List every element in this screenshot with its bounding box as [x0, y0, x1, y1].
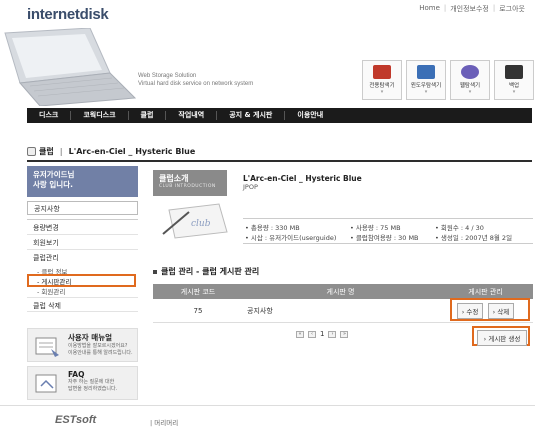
club-icon — [27, 146, 36, 156]
nav-history[interactable]: 작업내역 — [166, 111, 218, 120]
board-admin-highlight — [27, 274, 136, 287]
section-title: 클럽 관리 - 클럽 게시판 관리 — [153, 266, 259, 277]
next-page-button[interactable]: › — [328, 330, 337, 338]
sidebar-menu: 용량변경 회원보기 클럽관리 - 클럽 정보 - 게시판관리 - 회원관리 클럽… — [27, 219, 138, 312]
stat-created: • 생성일 : 2007년 8월 2일 — [435, 234, 513, 242]
separator: | — [492, 4, 496, 12]
table-header: 게시판 코드 게시판 명 게시판 관리 — [153, 284, 533, 299]
backup-tool-button[interactable]: 백업 ▾ — [494, 60, 534, 100]
user-manual-banner[interactable]: 사용자 매뉴얼 이용방법을 잘모르시겠어요? 이용안내를 통해 알려드립니다. — [27, 328, 138, 362]
breadcrumb-club-name: L'Arc-en-Ciel _ Hysteric Blue — [68, 146, 196, 156]
club-intro-header: 클럽소개 CLUB INTRODUCTION — [153, 170, 227, 196]
first-page-button[interactable]: « — [296, 330, 304, 338]
stat-used: • 사용량 : 75 MB — [350, 224, 401, 232]
breadcrumb: 클럽 | L'Arc-en-Ciel _ Hysteric Blue — [27, 142, 532, 162]
separator: | — [443, 4, 447, 12]
faq-icon — [35, 374, 57, 393]
logo[interactable]: internetdisk — [27, 6, 109, 23]
board-code: 75 — [193, 306, 203, 315]
last-page-button[interactable]: » — [340, 330, 349, 338]
sidebar-item-members[interactable]: 회원보기 — [27, 235, 138, 250]
web-explorer-tool-button[interactable]: 웹탐색기 ▾ — [450, 60, 490, 100]
stat-total-capacity: • 총용량 : 330 MB — [245, 224, 300, 232]
club-stats: • 총용량 : 330 MB • 사용량 : 75 MB • 회원수 : 4 /… — [243, 218, 533, 244]
faq-banner[interactable]: FAQ 자주 하는 질문에 대한 답변을 정리하였습니다. — [27, 366, 138, 400]
web-explorer-icon — [461, 65, 479, 79]
stat-owner: • 시삽 : 유저가이드(userguide) — [245, 234, 337, 242]
breadcrumb-section[interactable]: 클럽 — [39, 146, 54, 157]
club-notebook-image: club — [162, 203, 228, 239]
windows-explorer-icon — [417, 65, 435, 79]
board-name[interactable]: 공지사항 — [243, 306, 438, 316]
explorer-tool-button[interactable]: 전용탐색기 ▾ — [362, 60, 402, 100]
nav-disk[interactable]: 디스크 — [27, 111, 72, 120]
stat-join-capacity: • 클럽참여용량 : 30 MB — [350, 234, 419, 242]
stat-members: • 회원수 : 4 / 30 — [435, 224, 484, 232]
nav-cowork-disk[interactable]: 코웍디스크 — [71, 111, 129, 120]
actions-highlight — [450, 298, 530, 321]
estsoft-logo: ESTsoft — [55, 414, 97, 426]
sidebar-item-club-admin[interactable]: 클럽관리 — [27, 250, 138, 265]
user-greeting: 유저가이드님 사랑 입니다. — [27, 166, 138, 197]
manual-icon — [35, 337, 59, 357]
create-board-button[interactable]: › 게시판 생성 — [477, 330, 527, 346]
backup-icon — [505, 65, 523, 79]
tagline: Web Storage Solution Virtual hard disk s… — [138, 73, 254, 87]
explorer-icon — [373, 65, 391, 79]
create-board-highlight: › 게시판 생성 — [472, 326, 530, 346]
club-name: L'Arc-en-Ciel _ Hysteric Blue — [243, 174, 362, 183]
sidebar-notice[interactable]: 공지사항 — [27, 201, 138, 215]
pagination: « ‹ 1 › » — [296, 330, 349, 338]
footer-text: | 머리머리 — [150, 419, 179, 427]
sidebar-item-delete-club[interactable]: 클럽 삭제 — [27, 297, 138, 312]
windows-explorer-tool-button[interactable]: 윈도우탐색기 ▾ — [406, 60, 446, 100]
sidebar-item-capacity[interactable]: 용량변경 — [27, 220, 138, 235]
laptop-image — [4, 28, 137, 106]
nav-notice-board[interactable]: 공지 & 게시판 — [217, 111, 286, 120]
nav-club[interactable]: 클럽 — [129, 111, 167, 120]
home-link[interactable]: Home — [419, 4, 440, 14]
club-category: JPOP — [243, 183, 258, 191]
main-nav: 디스크 코웍디스크 클럽 작업내역 공지 & 게시판 이용안내 — [27, 108, 532, 123]
current-page[interactable]: 1 — [320, 330, 324, 338]
club-info-panel: 클럽소개 CLUB INTRODUCTION club L'Arc-en-Cie… — [153, 170, 533, 250]
breadcrumb-separator: | — [59, 146, 63, 156]
prev-page-button[interactable]: ‹ — [308, 330, 316, 338]
footer: ESTsoft | 머리머리 — [0, 405, 535, 433]
top-links: Home | 개인정보수정 | 로그아웃 — [419, 4, 525, 14]
nav-guide[interactable]: 이용안내 — [285, 111, 335, 120]
profile-edit-link[interactable]: 개인정보수정 — [450, 4, 489, 14]
svg-text:club: club — [191, 219, 211, 229]
logout-link[interactable]: 로그아웃 — [499, 4, 525, 14]
